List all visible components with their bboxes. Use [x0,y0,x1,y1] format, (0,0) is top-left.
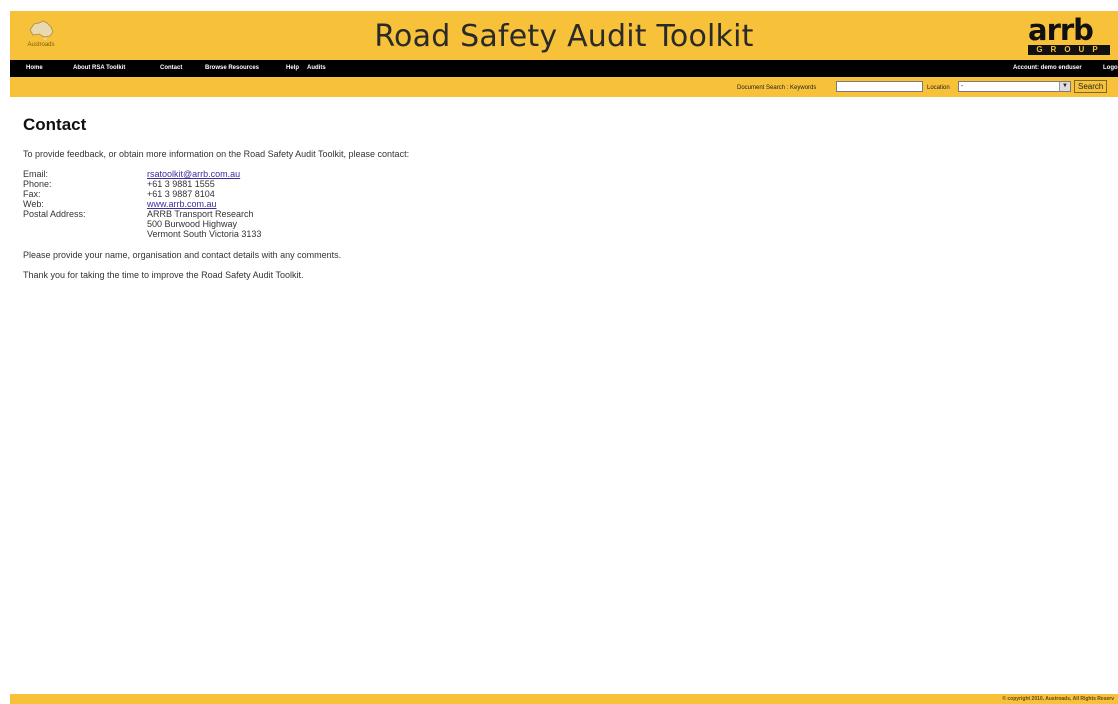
nav-browse-resources[interactable]: Browse Resources [205,65,259,71]
email-label: Email: [23,169,49,179]
contact-details: Email: rsatoolkit@arrb.com.au Phone: +61… [23,169,261,239]
logout-link[interactable]: Logo [1103,65,1118,71]
page-title: Contact [23,115,87,134]
fax-label: Fax: [23,189,41,199]
contact-row-fax: Fax: +61 3 9887 8104 [23,189,261,199]
nav-audits[interactable]: Audits [307,65,326,71]
web-link[interactable]: www.arrb.com.au [147,199,217,209]
phone-label: Phone: [23,179,52,189]
contact-row-email: Email: rsatoolkit@arrb.com.au [23,169,261,179]
nav-help[interactable]: Help [286,65,299,71]
arrb-logo-group: GROUP [1028,45,1110,55]
nav-contact[interactable]: Contact [160,65,182,71]
nav-home[interactable]: Home [26,65,43,71]
postal-line-1: ARRB Transport Research [147,209,254,219]
thank-you-note: Thank you for taking the time to improve… [23,270,304,280]
location-label: Location [927,85,950,91]
main-nav: Home About RSA Toolkit Contact Browse Re… [10,60,1118,77]
postal-label: Postal Address: [23,209,86,219]
postal-line-2: 500 Burwood Highway [147,219,238,229]
main-content: Contact To provide feedback, or obtain m… [23,115,923,280]
nav-about[interactable]: About RSA Toolkit [73,65,125,71]
contact-row-phone: Phone: +61 3 9881 1555 [23,179,261,189]
arrb-logo-word: arrb [1028,13,1094,47]
contact-row-postal: Postal Address: ARRB Transport Research … [23,209,261,239]
site-header: Austroads Road Safety Audit Toolkit arrb… [10,11,1118,60]
arrb-logo[interactable]: arrb GROUP [1028,16,1110,58]
location-select[interactable]: - ▼ [958,81,1071,92]
fax-value: +61 3 9887 8104 [147,189,215,199]
chevron-down-icon[interactable]: ▼ [1059,82,1070,91]
intro-text: To provide feedback, or obtain more info… [23,149,410,159]
search-button[interactable]: Search [1074,80,1108,93]
phone-value: +61 3 9881 1555 [147,179,215,189]
comments-note: Please provide your name, organisation a… [23,250,342,260]
location-select-value: - [961,83,964,90]
keywords-input[interactable] [836,81,923,92]
web-label: Web: [23,199,44,209]
copyright-text: © copyright 2010, Austroads, All Rights … [1002,696,1114,702]
contact-row-web: Web: www.arrb.com.au [23,199,261,209]
site-title: Road Safety Audit Toolkit [374,19,754,54]
postal-address: ARRB Transport Research 500 Burwood High… [147,209,261,239]
postal-line-3: Vermont South Victoria 3133 [147,229,262,239]
top-margin [0,0,1118,11]
search-bar: Document Search : Keywords Location - ▼ … [10,77,1118,97]
email-link[interactable]: rsatoolkit@arrb.com.au [147,169,240,179]
account-label: Account: demo enduser [1013,65,1082,71]
keywords-label: Document Search : Keywords [737,85,817,91]
site-footer: © copyright 2010, Austroads, All Rights … [10,694,1118,704]
